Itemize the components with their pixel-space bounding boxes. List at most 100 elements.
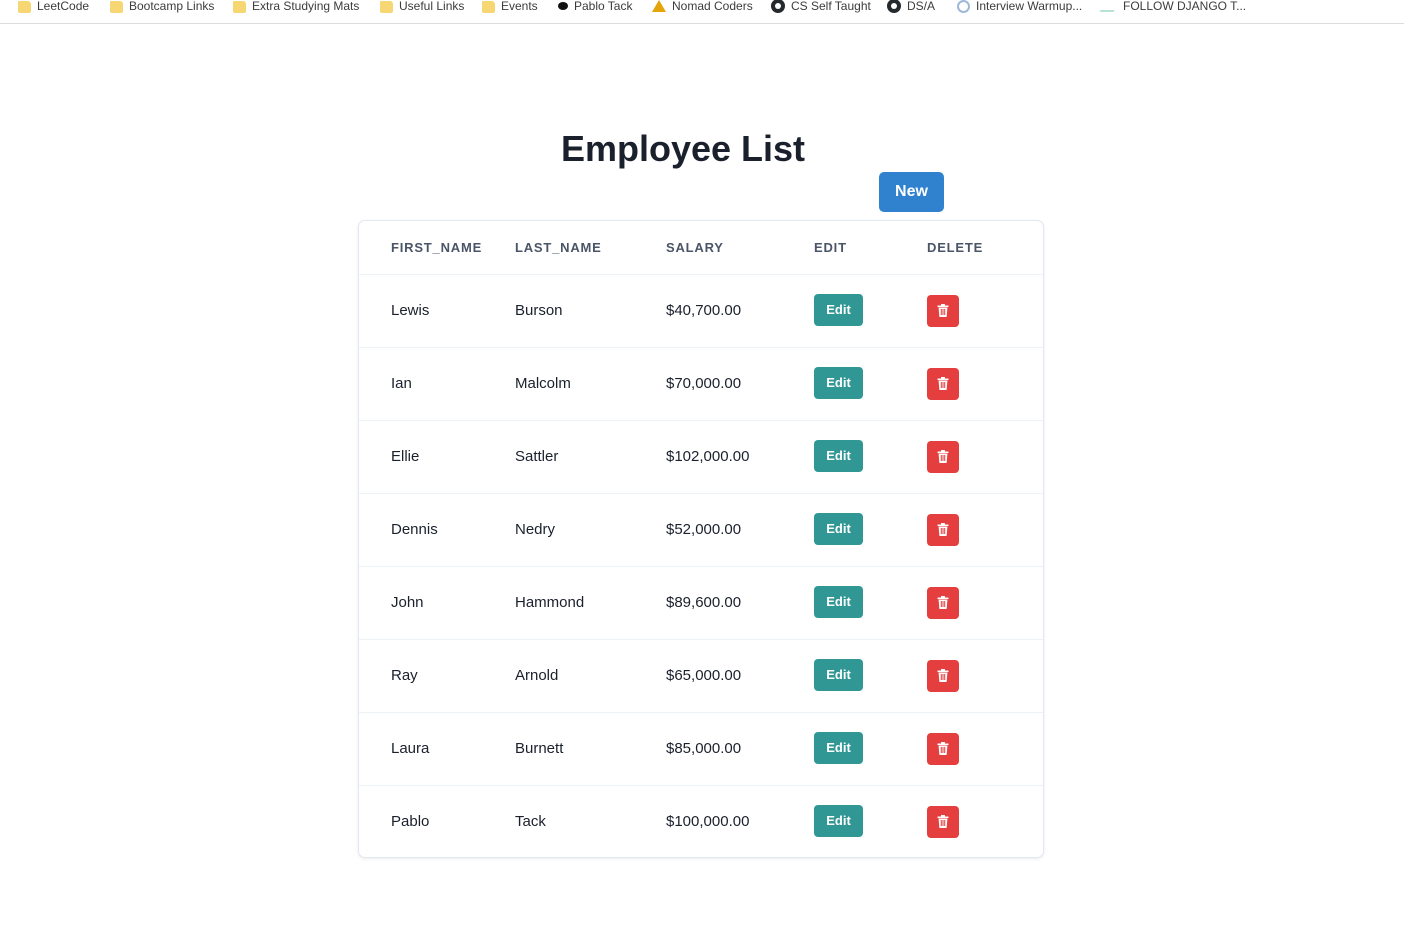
cell-last-name: Tack [515,813,546,831]
cell-salary: $89,600.00 [666,566,814,640]
header-edit: EDIT [814,221,927,275]
delete-button[interactable] [927,294,959,327]
edit-button[interactable]: Edit [814,293,863,326]
cell-last-name: Burnett [515,712,666,786]
bookmark-cs-self-taught[interactable]: CS Self Taught [771,0,871,14]
cell-salary: $70,000.00 [666,347,814,421]
edit-button[interactable]: Edit [814,658,863,691]
bookmark-label: Extra Studying Mats [252,0,360,13]
employee-table-card: FIRST_NAME LAST_NAME SALARY EDIT DELETE … [358,220,1044,858]
bookmark-label: Interview Warmup... [976,0,1083,13]
trash-icon [937,669,949,682]
cell-delete [927,274,1043,348]
bookmark-leetcode[interactable]: LeetCode [18,0,89,14]
cell-last-name: Malcolm [515,347,666,421]
delete-button[interactable] [927,805,959,838]
django-icon [1099,0,1121,12]
cell-edit: Edit [814,347,927,421]
cell-first-name: John [359,566,515,640]
edit-button[interactable]: Edit [814,804,863,837]
cell-salary: $52,000.00 [666,493,814,567]
trash-icon [937,450,949,463]
table-row: Ian Malcolm $70,000.00 Edit [359,347,1043,421]
cell-delete [927,712,1043,786]
header-last-name: LAST_NAME [515,221,666,275]
edit-button[interactable]: Edit [814,731,863,764]
bookmark-useful-links[interactable]: Useful Links [380,0,464,14]
cell-salary: $65,000.00 [666,639,814,713]
table-row: Dennis Nedry $52,000.00 Edit [359,493,1043,567]
header-salary: SALARY [666,221,814,275]
table-row: Laura Burnett $85,000.00 Edit [359,712,1043,786]
cell-edit: Edit [814,274,927,348]
bookmark-follow-django[interactable]: FOLLOW DJANGO T... [1099,0,1247,14]
header-delete: DELETE [927,221,1043,275]
bookmark-label: CS Self Taught [791,0,871,13]
delete-button[interactable] [927,732,959,765]
trash-icon [937,742,949,755]
cell-delete [927,493,1043,567]
bookmark-events[interactable]: Events [482,0,538,14]
cell-first-name: Lewis [359,274,515,348]
cell-delete [927,639,1043,713]
interview-icon [957,0,970,13]
cell-last-name: Nedry [515,493,666,567]
cell-delete [927,347,1043,421]
cell-last-name: Arnold [515,639,666,713]
bookmark-label: DS/A [907,0,936,13]
cell-edit: Edit [814,785,927,857]
delete-button[interactable] [927,513,959,546]
cell-edit: Edit [814,566,927,640]
cell-first-name: Laura [359,712,515,786]
delete-button[interactable] [927,586,959,619]
delete-button[interactable] [927,367,959,400]
cell-salary: $85,000.00 [666,712,814,786]
cell-salary: $100,000.00 [666,813,750,831]
table-row: Ray Arnold $65,000.00 Edit [359,639,1043,713]
bookmark-nomad-coders[interactable]: Nomad Coders [652,0,753,14]
header-first-name: FIRST_NAME [359,221,515,275]
table-row: Pablo Tack $100,000.00 Edit [359,785,1043,857]
edit-button[interactable]: Edit [814,366,863,399]
cell-last-name: Sattler [515,420,666,494]
cell-first-name: Ray [359,639,515,713]
edit-button[interactable]: Edit [814,439,863,472]
cell-last-name: Hammond [515,566,666,640]
nomad-icon [652,0,666,12]
bookmark-dsa[interactable]: DS/A [887,0,935,14]
github-icon [771,0,785,13]
cell-delete [927,420,1043,494]
delete-button[interactable] [927,440,959,473]
table-header-row: FIRST_NAME LAST_NAME SALARY EDIT DELETE [359,221,1043,275]
page-title: Employee List [560,128,806,169]
bookmark-bootcamp-links[interactable]: Bootcamp Links [110,0,214,14]
bookmark-label: FOLLOW DJANGO T... [1123,0,1247,13]
cell-first-name: Dennis [359,493,515,567]
table-row: Lewis Burson $40,700.00 Edit [359,274,1043,348]
bookmark-pablo-tack[interactable]: Pablo Tack [558,0,632,14]
bookmark-extra-studying-mats[interactable]: Extra Studying Mats [233,0,359,14]
bookmark-label: LeetCode [37,0,90,13]
folder-icon [380,1,393,13]
new-button[interactable]: New [879,172,944,212]
cell-salary: $102,000.00 [666,420,814,494]
cell-first-name: Pablo [391,813,430,831]
delete-button[interactable] [927,659,959,692]
edit-button[interactable]: Edit [814,585,863,618]
trash-icon [937,523,949,536]
folder-icon [233,1,246,13]
bookmarks-bar: LeetCode Bootcamp Links Extra Studying M… [0,0,1404,24]
bookmark-label: Events [501,0,538,13]
trash-icon [937,304,949,317]
bookmark-label: Useful Links [399,0,465,13]
cell-first-name: Ian [359,347,515,421]
cell-salary: $40,700.00 [666,274,814,348]
cell-edit: Edit [814,493,927,567]
trash-icon [937,596,949,609]
cell-delete [927,785,1043,857]
github-icon [887,0,901,13]
dot-icon [558,2,568,10]
edit-button[interactable]: Edit [814,512,863,545]
bookmark-label: Nomad Coders [672,0,753,13]
bookmark-interview-warmup[interactable]: Interview Warmup... [957,0,1082,14]
